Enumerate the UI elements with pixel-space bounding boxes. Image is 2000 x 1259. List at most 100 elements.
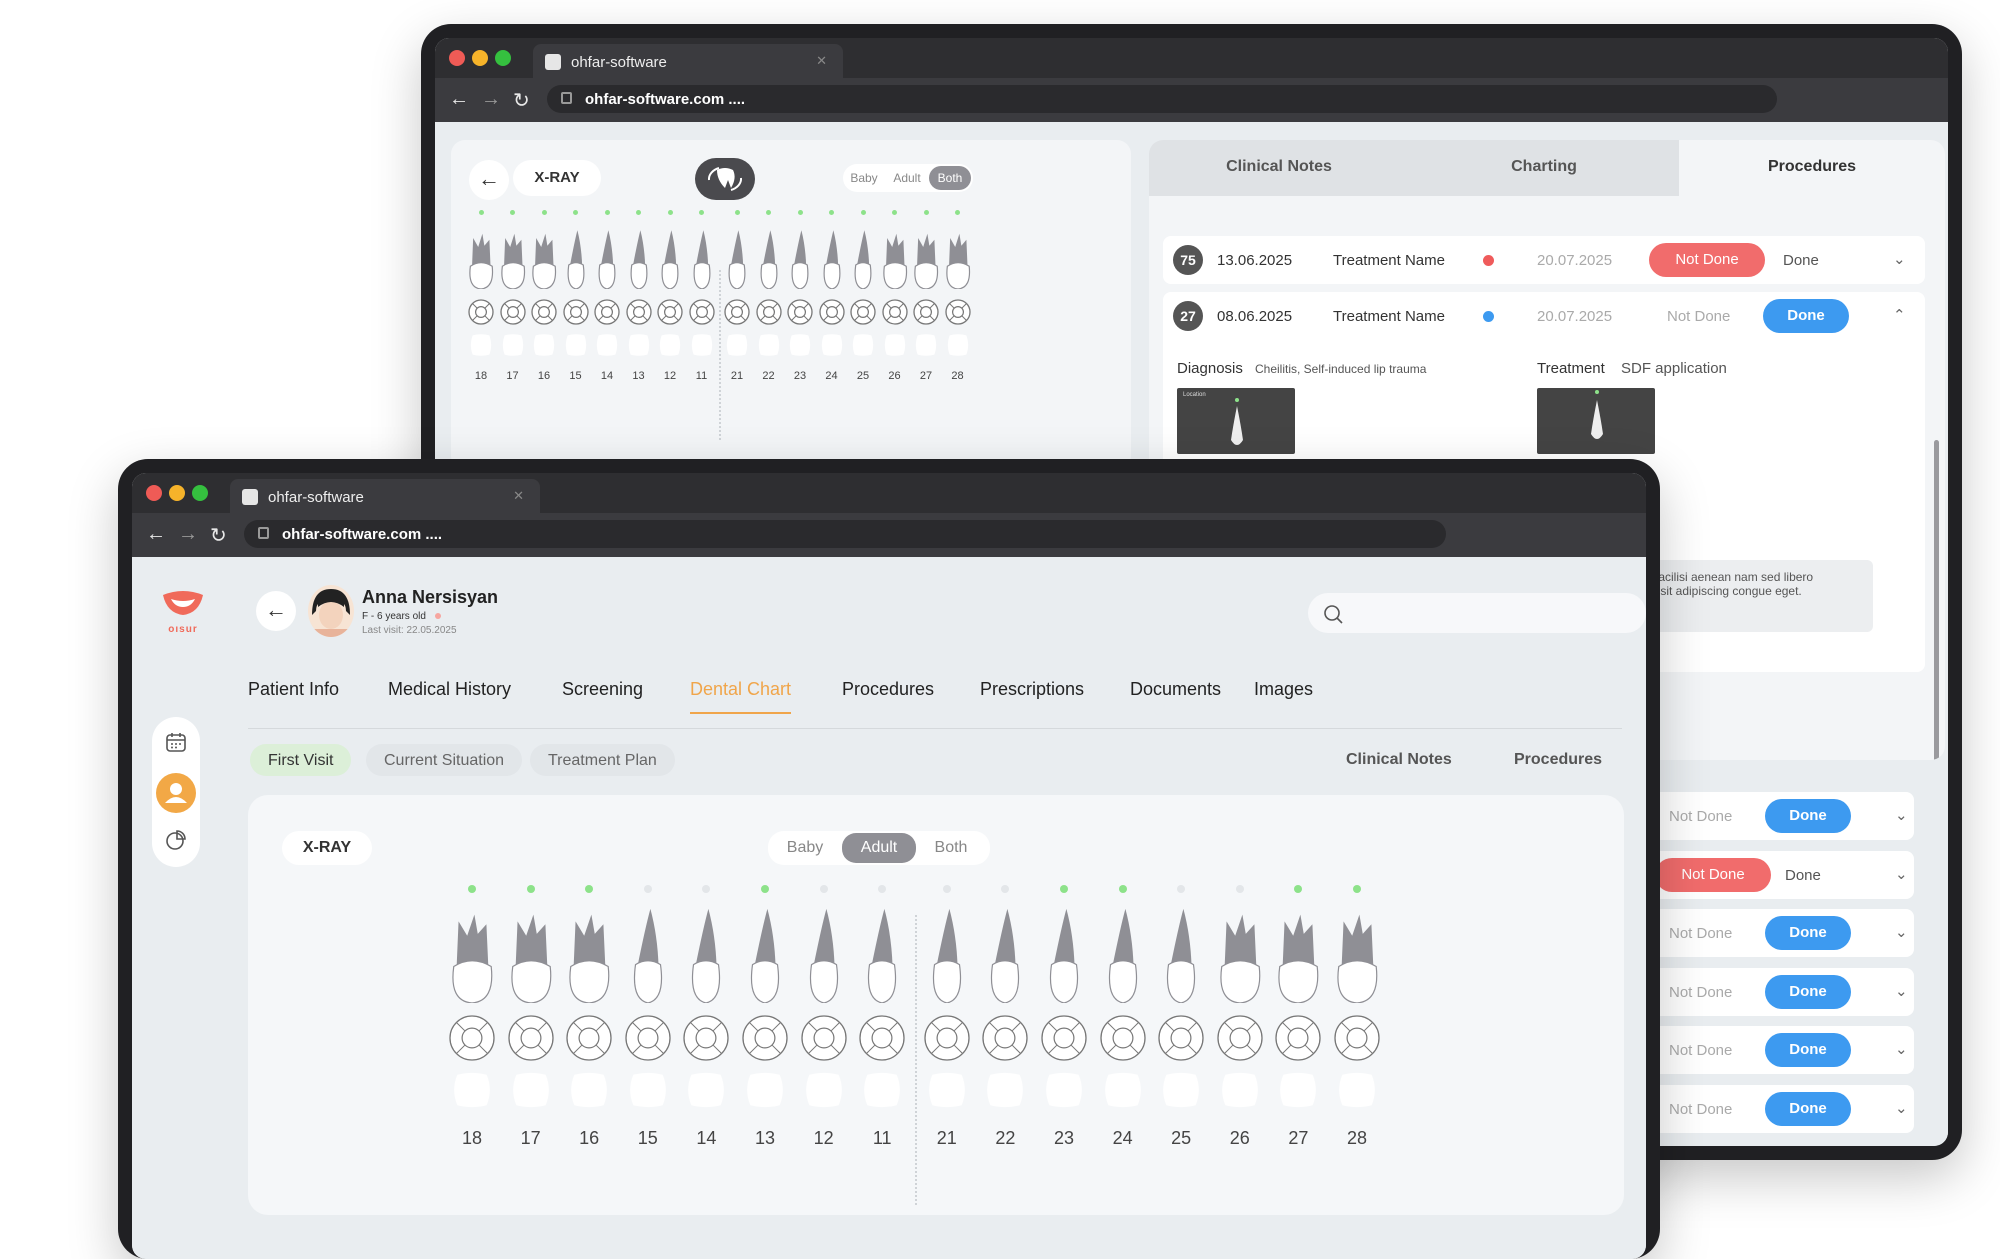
- tooth-16[interactable]: 16: [529, 210, 559, 382]
- chevron-down-icon[interactable]: ⌄: [1895, 982, 1908, 1000]
- tooth-16[interactable]: 16: [562, 885, 616, 1149]
- not-done-button[interactable]: Not Done: [1669, 808, 1732, 825]
- tooth-14[interactable]: 14: [592, 210, 622, 382]
- tooth-surface-map[interactable]: [655, 298, 685, 331]
- subtab-first-visit[interactable]: First Visit: [250, 744, 352, 776]
- done-button[interactable]: Done: [1765, 799, 1851, 833]
- done-button[interactable]: Done: [1765, 1091, 1851, 1126]
- tooth-15[interactable]: 15: [621, 885, 675, 1149]
- tooth-22[interactable]: 22: [754, 210, 784, 382]
- tooth-18[interactable]: 18: [466, 210, 496, 382]
- toggle-baby[interactable]: Baby: [768, 831, 842, 865]
- chevron-up-icon[interactable]: ⌃: [1893, 306, 1906, 324]
- tooth-25[interactable]: 25: [1154, 885, 1208, 1149]
- chevron-down-icon[interactable]: ⌄: [1895, 923, 1908, 941]
- tooth-surface-map[interactable]: [498, 298, 528, 331]
- tooth-surface-map[interactable]: [687, 298, 717, 331]
- tab-procedures[interactable]: Procedures: [842, 679, 934, 700]
- tooth-surface-map[interactable]: [529, 298, 559, 331]
- tooth-surface-map[interactable]: [978, 1014, 1032, 1067]
- toggle-adult[interactable]: Adult: [842, 833, 916, 863]
- tooth-surface-map[interactable]: [848, 298, 878, 331]
- tab-screening[interactable]: Screening: [562, 679, 643, 700]
- reports-pie-icon[interactable]: [152, 829, 200, 856]
- minimize-window-button[interactable]: [472, 50, 488, 66]
- close-tab-icon[interactable]: ✕: [816, 53, 827, 69]
- reload-icon[interactable]: ↻: [513, 88, 530, 113]
- back-button[interactable]: ←: [469, 160, 509, 200]
- forward-arrow-icon[interactable]: →: [178, 523, 198, 546]
- tooth-13[interactable]: 13: [624, 210, 654, 382]
- browser-tab[interactable]: ohfar-software ✕: [533, 44, 843, 78]
- tooth-11[interactable]: 11: [687, 210, 717, 382]
- tooth-25[interactable]: 25: [848, 210, 878, 382]
- toggle-both[interactable]: Both: [916, 831, 986, 865]
- chevron-down-icon[interactable]: ⌄: [1895, 806, 1908, 824]
- toggle-baby[interactable]: Baby: [843, 164, 885, 192]
- tooth-18[interactable]: 18: [445, 885, 499, 1149]
- tooth-12[interactable]: 12: [797, 885, 851, 1149]
- tooth-surface-map[interactable]: [621, 1014, 675, 1067]
- tooth-surface-map[interactable]: [817, 298, 847, 331]
- tab-clinical-notes[interactable]: Clinical Notes: [1149, 158, 1409, 176]
- tab-charting[interactable]: Charting: [1409, 158, 1679, 176]
- tooth-13[interactable]: 13: [738, 885, 792, 1149]
- done-button[interactable]: Done: [1765, 974, 1851, 1009]
- xray-button[interactable]: X-RAY: [513, 160, 601, 196]
- minimize-window-button[interactable]: [169, 485, 185, 501]
- tooth-surface-map[interactable]: [1271, 1014, 1325, 1067]
- reload-icon[interactable]: ↻: [210, 523, 227, 548]
- done-button[interactable]: Done: [1763, 299, 1849, 333]
- tooth-surface-map[interactable]: [738, 1014, 792, 1067]
- tooth-surface-map[interactable]: [1330, 1014, 1384, 1067]
- tooth-26[interactable]: 26: [880, 210, 910, 382]
- tooth-rotate-icon[interactable]: [695, 158, 755, 200]
- tooth-surface-map[interactable]: [722, 298, 752, 331]
- procedure-row[interactable]: 75 13.06.2025 Treatment Name 20.07.2025 …: [1163, 236, 1925, 284]
- not-done-button[interactable]: Not Done: [1669, 984, 1732, 1001]
- tooth-28[interactable]: 28: [1330, 885, 1384, 1149]
- tooth-21[interactable]: 21: [722, 210, 752, 382]
- not-done-button[interactable]: Not Done: [1669, 1101, 1732, 1118]
- done-button[interactable]: Done: [1765, 1033, 1851, 1067]
- toggle-both[interactable]: Both: [929, 166, 971, 190]
- tab-procedures[interactable]: Procedures: [1679, 140, 1945, 196]
- tooth-14[interactable]: 14: [679, 885, 733, 1149]
- tooth-28[interactable]: 28: [943, 210, 973, 382]
- not-done-button[interactable]: Not Done: [1669, 1042, 1732, 1059]
- close-window-button[interactable]: [146, 485, 162, 501]
- not-done-button[interactable]: Not Done: [1667, 308, 1730, 325]
- link-procedures[interactable]: Procedures: [1514, 751, 1602, 769]
- tooth-24[interactable]: 24: [1096, 885, 1150, 1149]
- done-button[interactable]: Done: [1783, 252, 1819, 269]
- xray-image-diagnosis[interactable]: Location: [1177, 388, 1295, 454]
- tooth-surface-map[interactable]: [679, 1014, 733, 1067]
- tooth-surface-map[interactable]: [562, 1014, 616, 1067]
- tooth-17[interactable]: 17: [504, 885, 558, 1149]
- address-bar[interactable]: ohfar-software.com ....: [547, 85, 1777, 113]
- tab-documents[interactable]: Documents: [1130, 679, 1221, 700]
- patient-user-icon[interactable]: [156, 773, 196, 813]
- tooth-17[interactable]: 17: [498, 210, 528, 382]
- tooth-surface-map[interactable]: [466, 298, 496, 331]
- tab-medical-history[interactable]: Medical History: [388, 679, 511, 700]
- tooth-surface-map[interactable]: [1037, 1014, 1091, 1067]
- chevron-down-icon[interactable]: ⌄: [1895, 865, 1908, 883]
- calendar-icon[interactable]: [152, 731, 200, 758]
- subtab-treatment-plan[interactable]: Treatment Plan: [530, 744, 675, 776]
- tab-dental-chart[interactable]: Dental Chart: [690, 679, 792, 714]
- tooth-24[interactable]: 24: [817, 210, 847, 382]
- maximize-window-button[interactable]: [495, 50, 511, 66]
- forward-arrow-icon[interactable]: →: [481, 88, 501, 111]
- done-button[interactable]: Done: [1765, 916, 1851, 950]
- close-window-button[interactable]: [449, 50, 465, 66]
- toggle-adult[interactable]: Adult: [885, 164, 929, 192]
- tab-images[interactable]: Images: [1254, 679, 1313, 700]
- not-done-button[interactable]: Not Done: [1669, 925, 1732, 942]
- tooth-surface-map[interactable]: [797, 1014, 851, 1067]
- tooth-23[interactable]: 23: [785, 210, 815, 382]
- back-arrow-icon[interactable]: ←: [146, 523, 166, 546]
- done-button[interactable]: Done: [1785, 867, 1821, 884]
- scrollbar[interactable]: [1934, 440, 1939, 760]
- chevron-down-icon[interactable]: ⌄: [1895, 1040, 1908, 1058]
